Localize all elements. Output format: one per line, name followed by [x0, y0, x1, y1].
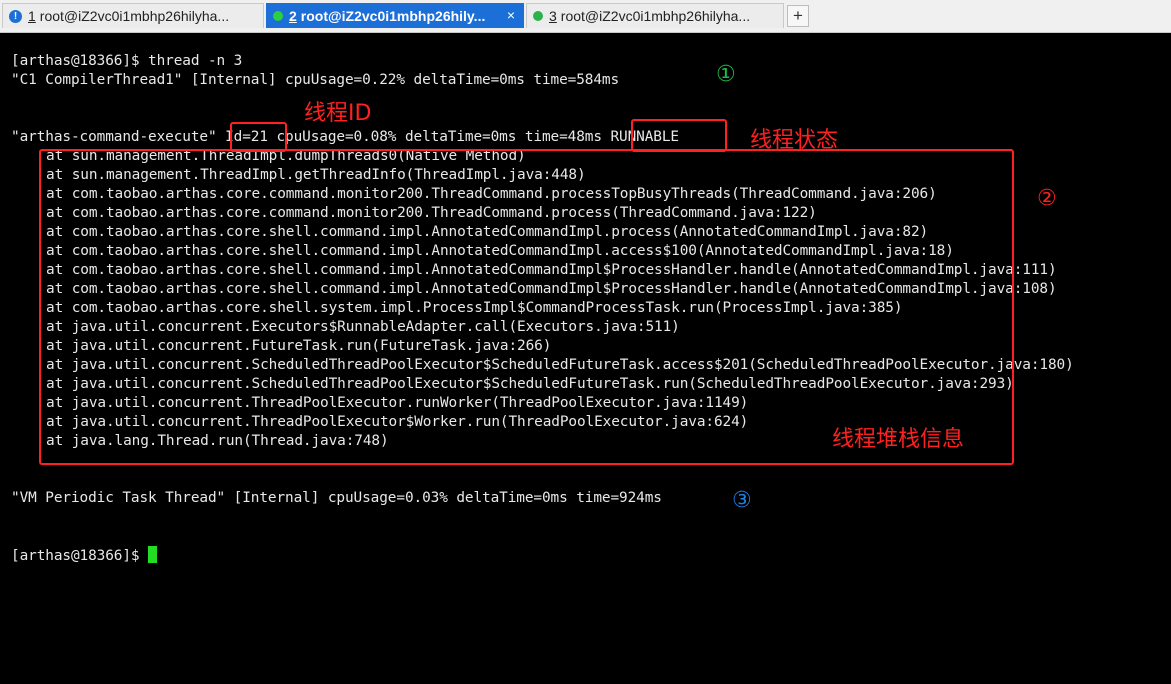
tab-title: root@iZ2vc0i1mbhp26hilyha...: [560, 8, 751, 24]
tab-number: 1: [28, 8, 36, 24]
thread-line-2: "arthas-command-execute" Id=21 cpuUsage=…: [11, 129, 679, 145]
thread-id-highlight-box: [230, 122, 287, 152]
status-dot-icon: [273, 11, 283, 21]
command-line: [arthas@18366]$ thread -n 3: [11, 53, 243, 69]
tab-number: 3: [549, 8, 557, 24]
terminal-output[interactable]: [arthas@18366]$ thread -n 3 "C1 Compiler…: [0, 33, 1171, 684]
marker-3: ③: [732, 488, 752, 513]
tab-session-1[interactable]: ! 1 root@iZ2vc0i1mbhp26hilyha...: [2, 3, 264, 28]
shell-prompt[interactable]: [arthas@18366]$: [11, 546, 158, 565]
thread-id-label: 线程ID: [304, 101, 372, 126]
marker-1: ①: [716, 62, 736, 87]
thread-line-1: "C1 CompilerThread1" [Internal] cpuUsage…: [11, 72, 620, 88]
stack-trace-highlight-box: [39, 149, 1014, 465]
tab-title: root@iZ2vc0i1mbhp26hilyha...: [39, 8, 230, 24]
new-tab-button[interactable]: +: [787, 5, 809, 27]
thread-state-label: 线程状态: [750, 128, 839, 153]
status-dot-icon: [533, 11, 543, 21]
text-cursor: [148, 546, 158, 563]
tab-bar: ! 1 root@iZ2vc0i1mbhp26hilyha... 2 root@…: [0, 0, 1171, 33]
thread-state-highlight-box: [631, 119, 727, 152]
thread-line-3: "VM Periodic Task Thread" [Internal] cpu…: [11, 490, 662, 506]
tab-title: root@iZ2vc0i1mbhp26hily...: [300, 8, 486, 24]
tab-session-2[interactable]: 2 root@iZ2vc0i1mbhp26hily... ×: [266, 3, 524, 28]
marker-2: ②: [1037, 186, 1057, 211]
close-tab-icon[interactable]: ×: [507, 7, 515, 23]
tab-number: 2: [289, 8, 297, 24]
stack-info-label: 线程堆栈信息: [832, 427, 965, 452]
prompt-text: [arthas@18366]$: [11, 548, 149, 564]
info-icon: !: [9, 9, 22, 23]
tab-session-3[interactable]: 3 root@iZ2vc0i1mbhp26hilyha...: [526, 3, 784, 28]
